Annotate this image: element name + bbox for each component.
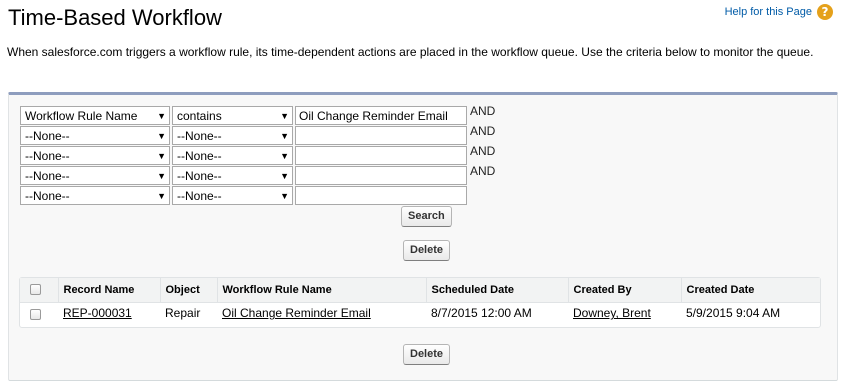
value-input[interactable]: [295, 125, 467, 145]
dropdown-arrow-icon: ▼: [280, 170, 289, 181]
record-name-link[interactable]: REP-000031: [63, 306, 132, 320]
table-row: REP-000031 Repair Oil Change Reminder Em…: [20, 302, 820, 324]
field-select-value: --None--: [25, 128, 70, 143]
column-header-record-name[interactable]: Record Name: [57, 278, 160, 303]
field-select-value: --None--: [25, 168, 70, 183]
operator-select[interactable]: --None-- ▼: [172, 185, 293, 205]
dropdown-arrow-icon: ▼: [157, 150, 166, 161]
operator-select[interactable]: --None-- ▼: [172, 125, 293, 145]
delete-button[interactable]: Delete: [403, 344, 451, 365]
column-header-created-by[interactable]: Created By: [567, 278, 681, 303]
filter-row: --None-- ▼ --None-- ▼ AND: [20, 124, 496, 145]
row-checkbox[interactable]: [30, 308, 41, 320]
results-table: Record Name Object Workflow Rule Name Sc…: [19, 277, 821, 328]
value-input[interactable]: [295, 165, 467, 185]
column-header-workflow-rule-name[interactable]: Workflow Rule Name: [216, 278, 426, 303]
field-select[interactable]: --None-- ▼: [20, 145, 170, 165]
value-input[interactable]: [295, 145, 467, 165]
dropdown-arrow-icon: ▼: [157, 110, 166, 121]
operator-select-value: --None--: [177, 128, 222, 143]
and-connector: AND: [470, 124, 496, 138]
field-select[interactable]: Workflow Rule Name ▼: [20, 105, 170, 125]
cell-scheduled-date: 8/7/2015 12:00 AM: [431, 306, 532, 321]
and-connector: AND: [470, 144, 496, 158]
filter-row: Workflow Rule Name ▼ contains ▼ Oil Chan…: [20, 104, 496, 125]
workflow-rule-link[interactable]: Oil Change Reminder Email: [222, 306, 371, 320]
cell-created-by: Downey, Brent: [568, 302, 681, 324]
select-all-checkbox[interactable]: [30, 284, 41, 296]
field-select[interactable]: --None-- ▼: [20, 165, 170, 185]
operator-select-value: contains: [177, 108, 222, 123]
dropdown-arrow-icon: ▼: [157, 190, 166, 201]
cell-object: Repair: [165, 306, 201, 321]
operator-select[interactable]: contains ▼: [172, 105, 293, 125]
dropdown-arrow-icon: ▼: [280, 190, 289, 201]
help-link-label[interactable]: Help for this Page: [725, 6, 812, 18]
operator-select-value: --None--: [177, 188, 222, 203]
cell-created-date: 5/9/2015 9:04 AM: [686, 306, 781, 321]
field-select[interactable]: --None-- ▼: [20, 185, 170, 205]
operator-select-value: --None--: [177, 168, 222, 183]
search-button[interactable]: Search: [401, 206, 452, 227]
dropdown-arrow-icon: ▼: [280, 130, 289, 141]
dropdown-arrow-icon: ▼: [280, 150, 289, 161]
value-input[interactable]: [295, 185, 467, 205]
filter-row: --None-- ▼ --None-- ▼ AND: [20, 164, 496, 185]
field-select-value: Workflow Rule Name: [25, 108, 138, 123]
operator-select-value: --None--: [177, 148, 222, 163]
column-header-created-date[interactable]: Created Date: [680, 278, 820, 303]
and-connector: AND: [470, 164, 496, 178]
filter-panel: Workflow Rule Name ▼ contains ▼ Oil Chan…: [8, 92, 838, 381]
and-connector: AND: [470, 104, 496, 118]
value-input[interactable]: Oil Change Reminder Email: [295, 105, 467, 125]
operator-select[interactable]: --None-- ▼: [172, 145, 293, 165]
question-icon[interactable]: ?: [817, 4, 833, 20]
row-select-cell: [20, 302, 58, 324]
page-title: Time-Based Workflow: [8, 5, 222, 30]
help-link[interactable]: Help for this Page ?: [725, 4, 833, 20]
field-select[interactable]: --None-- ▼: [20, 125, 170, 145]
select-all-cell: [20, 278, 58, 303]
column-header-scheduled-date[interactable]: Scheduled Date: [425, 278, 568, 303]
column-header-object[interactable]: Object: [159, 278, 217, 303]
cell-workflow-rule-name: Oil Change Reminder Email: [217, 302, 426, 324]
dropdown-arrow-icon: ▼: [157, 130, 166, 141]
workflow-queue-table: Record Name Object Workflow Rule Name Sc…: [20, 278, 820, 324]
dropdown-arrow-icon: ▼: [280, 110, 289, 121]
field-select-value: --None--: [25, 148, 70, 163]
created-by-link[interactable]: Downey, Brent: [573, 306, 651, 320]
table-header-row: Record Name Object Workflow Rule Name Sc…: [20, 278, 820, 303]
filter-row: --None-- ▼ --None-- ▼ AND: [20, 144, 496, 165]
filter-row: --None-- ▼ --None-- ▼: [20, 185, 467, 205]
cell-record-name: REP-000031: [58, 302, 160, 324]
operator-select[interactable]: --None-- ▼: [172, 165, 293, 185]
page-description: When salesforce.com triggers a workflow …: [7, 45, 814, 59]
delete-button[interactable]: Delete: [403, 240, 451, 261]
field-select-value: --None--: [25, 188, 70, 203]
dropdown-arrow-icon: ▼: [157, 170, 166, 181]
